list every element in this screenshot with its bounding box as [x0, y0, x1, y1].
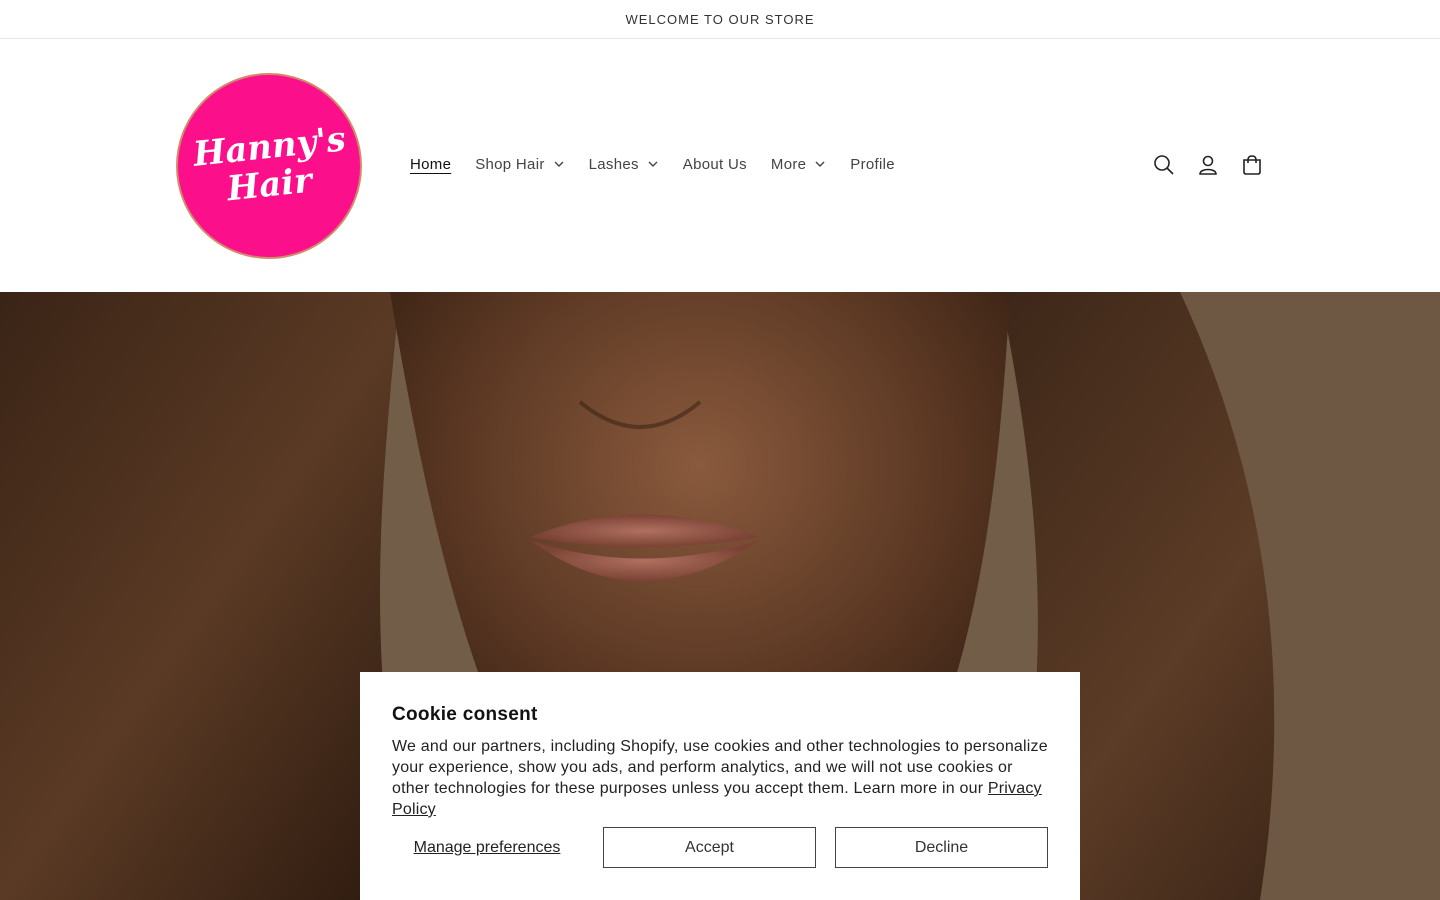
search-button[interactable]	[1150, 151, 1178, 179]
nav-label: About Us	[682, 155, 747, 173]
cookie-actions: Manage preferences Accept Decline	[392, 827, 1048, 868]
cookie-body-text: We and our partners, including Shopify, …	[392, 738, 1048, 797]
header-icons	[1150, 151, 1282, 179]
main-nav: Home Shop Hair Lashes About Us More Prof…	[410, 152, 919, 176]
nav-label: Lashes	[588, 155, 639, 173]
chevron-down-icon	[648, 161, 658, 167]
cart-icon	[1243, 155, 1261, 175]
nav-item-profile[interactable]: Profile	[850, 152, 895, 176]
search-icon	[1154, 155, 1174, 175]
nav-label: Shop Hair	[475, 155, 545, 173]
cookie-body: We and our partners, including Shopify, …	[392, 736, 1048, 820]
decline-button[interactable]: Decline	[835, 827, 1048, 868]
manage-preferences-link[interactable]: Manage preferences	[392, 827, 582, 868]
nav-item-home[interactable]: Home	[410, 152, 451, 176]
account-icon	[1199, 155, 1217, 175]
cookie-title: Cookie consent	[392, 704, 538, 725]
nav-label: Home	[410, 155, 452, 173]
announcement-bar: WELCOME TO OUR STORE	[0, 0, 1440, 39]
accept-button[interactable]: Accept	[603, 827, 816, 868]
nav-item-about-us[interactable]: About Us	[683, 152, 747, 176]
chevron-down-icon	[815, 161, 825, 167]
account-button[interactable]	[1194, 151, 1222, 179]
nav-item-more[interactable]: More	[771, 152, 826, 176]
nav-label: Profile	[850, 155, 895, 173]
nav-label: More	[770, 155, 807, 173]
nav-item-shop-hair[interactable]: Shop Hair	[475, 152, 564, 176]
site-header: Hanny's Hair Home Shop Hair Lashes About…	[0, 39, 1440, 292]
announcement-text: WELCOME TO OUR STORE	[625, 11, 815, 27]
chevron-down-icon	[554, 161, 564, 167]
cookie-consent-dialog: Cookie consent We and our partners, incl…	[360, 672, 1080, 900]
logo-line-2: Hair	[224, 160, 314, 210]
cart-button[interactable]	[1238, 151, 1266, 179]
store-logo[interactable]: Hanny's Hair	[176, 73, 362, 259]
nav-item-lashes[interactable]: Lashes	[589, 152, 659, 176]
